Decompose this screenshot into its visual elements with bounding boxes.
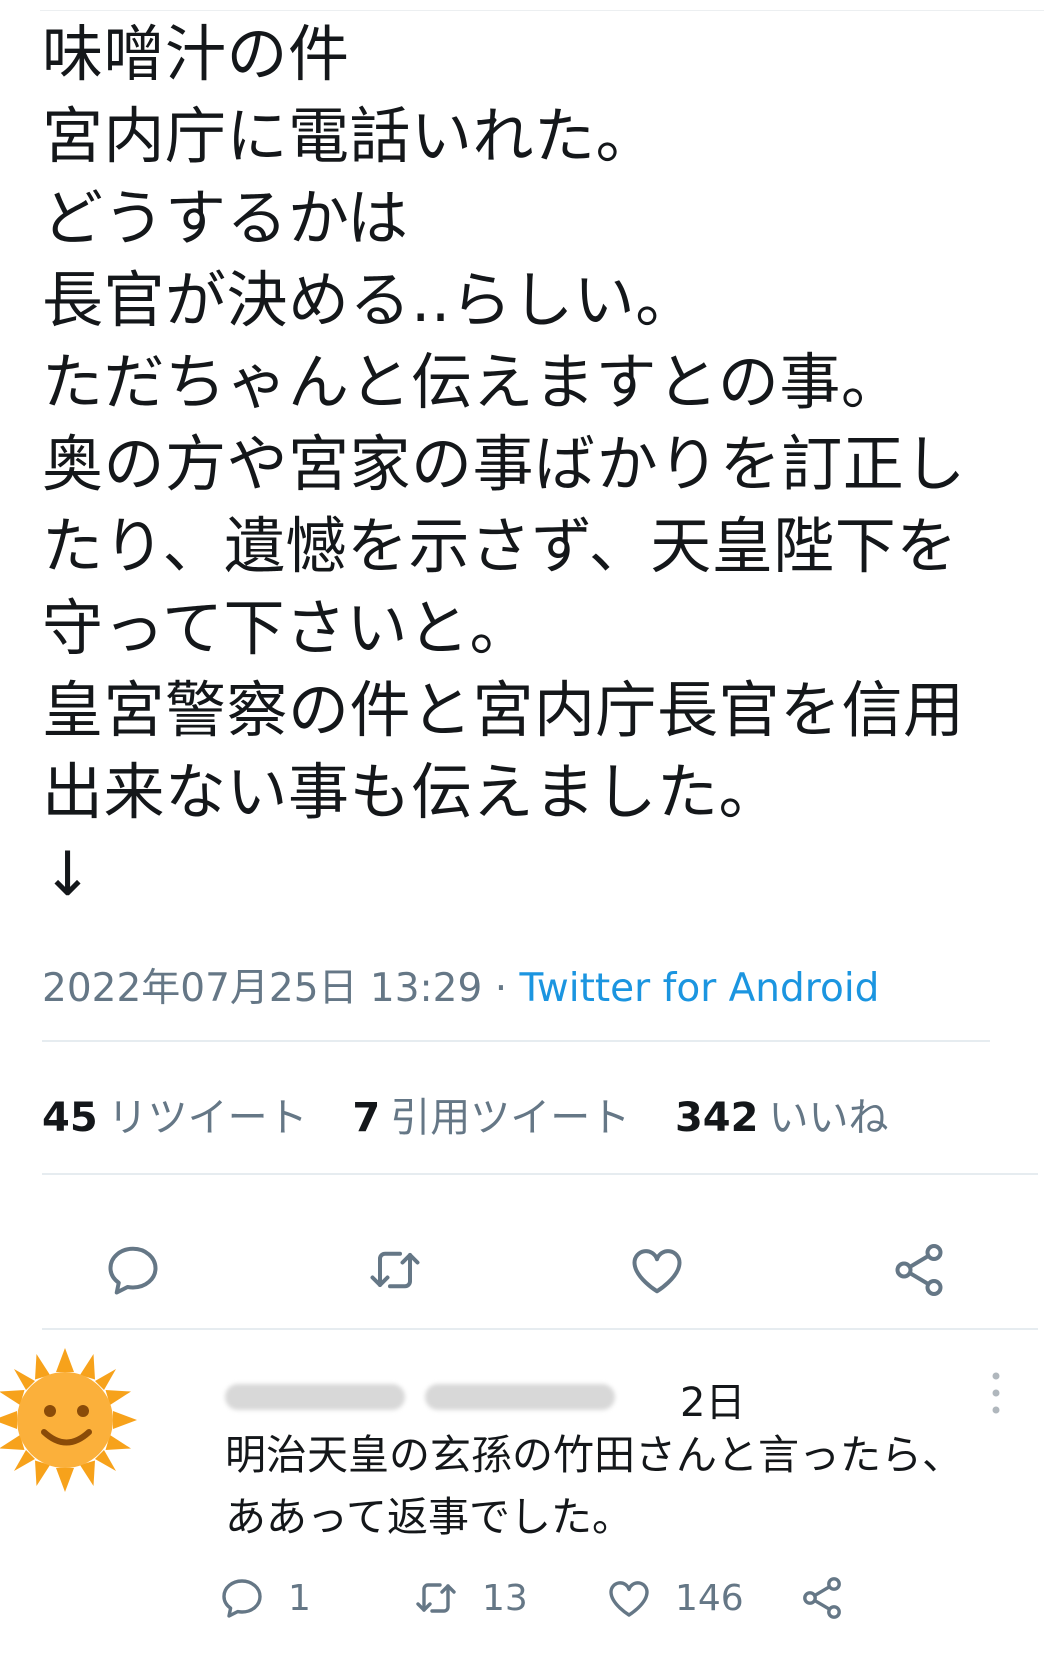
reply-line: 明治天皇の玄孫の竹田さんと言ったら、 <box>225 1431 963 1479</box>
reply-like-button[interactable]: 146 <box>605 1568 744 1628</box>
tweet-stats: 45 リツイート 7 引用ツイート 342 いいね <box>42 1085 920 1143</box>
retweet-button[interactable] <box>360 1235 430 1305</box>
redacted-name <box>225 1384 405 1410</box>
share-button[interactable] <box>884 1235 954 1305</box>
likes-stat[interactable]: 342 いいね <box>675 1095 921 1141</box>
reply-reply-count: 1 <box>288 1577 311 1619</box>
tweet-line: 出来ない事も伝えました。 <box>42 757 781 828</box>
divider <box>42 1173 1038 1175</box>
sun-face-icon[interactable] <box>0 1345 140 1495</box>
tweet-line: 奥の方や宮家の事ばかりを訂正し <box>42 429 966 500</box>
likes-count: 342 <box>674 1095 759 1141</box>
reply-like-count: 146 <box>675 1577 744 1619</box>
tweet-line: 味噌汁の件 <box>42 19 350 90</box>
reply-button[interactable] <box>98 1235 168 1305</box>
tweet-meta: 2022年07月25日 13:29 · Twitter for Android <box>42 957 879 1013</box>
retweet-icon <box>370 1251 420 1289</box>
tweet-line: たり、遺憾を示さず、天皇陛下を <box>42 511 958 582</box>
reply-line: ああって返事でした。 <box>225 1493 633 1541</box>
share-icon <box>895 1244 943 1296</box>
tweet-line: 長官が決める..らしい。 <box>42 265 697 336</box>
redacted-handle <box>425 1384 615 1410</box>
reply-retweet-button[interactable]: 13 <box>412 1568 528 1628</box>
like-icon <box>632 1249 682 1294</box>
tweet-line: 宮内庁に電話いれた。 <box>42 101 658 172</box>
retweets-label: リツイート <box>107 1095 308 1141</box>
tweet-line: ↓ <box>42 839 94 910</box>
tweet-line: どうするかは <box>42 183 409 254</box>
divider <box>42 1328 1038 1330</box>
top-divider <box>40 10 1044 11</box>
reply-date: 2日 <box>680 1380 746 1426</box>
share-icon <box>803 1577 841 1619</box>
tweet-timestamp[interactable]: 2022年07月25日 13:29 <box>42 966 482 1011</box>
tweet-line: 守って下さいと。 <box>42 593 531 664</box>
tweet-line: 皇宮警察の件と宮内庁長官を信用 <box>42 675 965 746</box>
reply-share-button[interactable] <box>798 1568 868 1628</box>
retweets-count: 45 <box>42 1095 98 1141</box>
reply-icon <box>108 1246 158 1295</box>
like-icon <box>609 1581 649 1617</box>
reply-retweet-count: 13 <box>482 1577 528 1619</box>
reply-reply-button[interactable]: 1 <box>218 1568 311 1628</box>
likes-label: いいね <box>768 1095 889 1141</box>
quotes-count: 7 <box>352 1095 381 1141</box>
tweet-body: 味噌汁の件 宮内庁に電話いれた。 どうするかは 長官が決める..らしい。 ただち… <box>42 14 1032 916</box>
quotes-stat[interactable]: 7 引用ツイート <box>352 1095 662 1141</box>
reply-icon <box>222 1579 262 1618</box>
tweet-line: ただちゃんと伝えますとの事。 <box>42 347 903 418</box>
reply-actions: 1 13 146 <box>0 1568 1054 1628</box>
more-options-icon[interactable] <box>988 1368 1004 1418</box>
meta-separator: · <box>482 966 520 1011</box>
divider <box>42 1040 990 1042</box>
reply-body: 明治天皇の玄孫の竹田さんと言ったら、 ああって返事でした。 <box>225 1424 963 1548</box>
retweets-stat[interactable]: 45 リツイート <box>42 1095 340 1141</box>
like-button[interactable] <box>622 1235 692 1305</box>
quotes-label: 引用ツイート <box>390 1095 631 1141</box>
tweet-source-link[interactable]: Twitter for Android <box>520 966 880 1011</box>
tweet-actions <box>0 1235 1054 1315</box>
retweet-icon <box>416 1583 456 1613</box>
